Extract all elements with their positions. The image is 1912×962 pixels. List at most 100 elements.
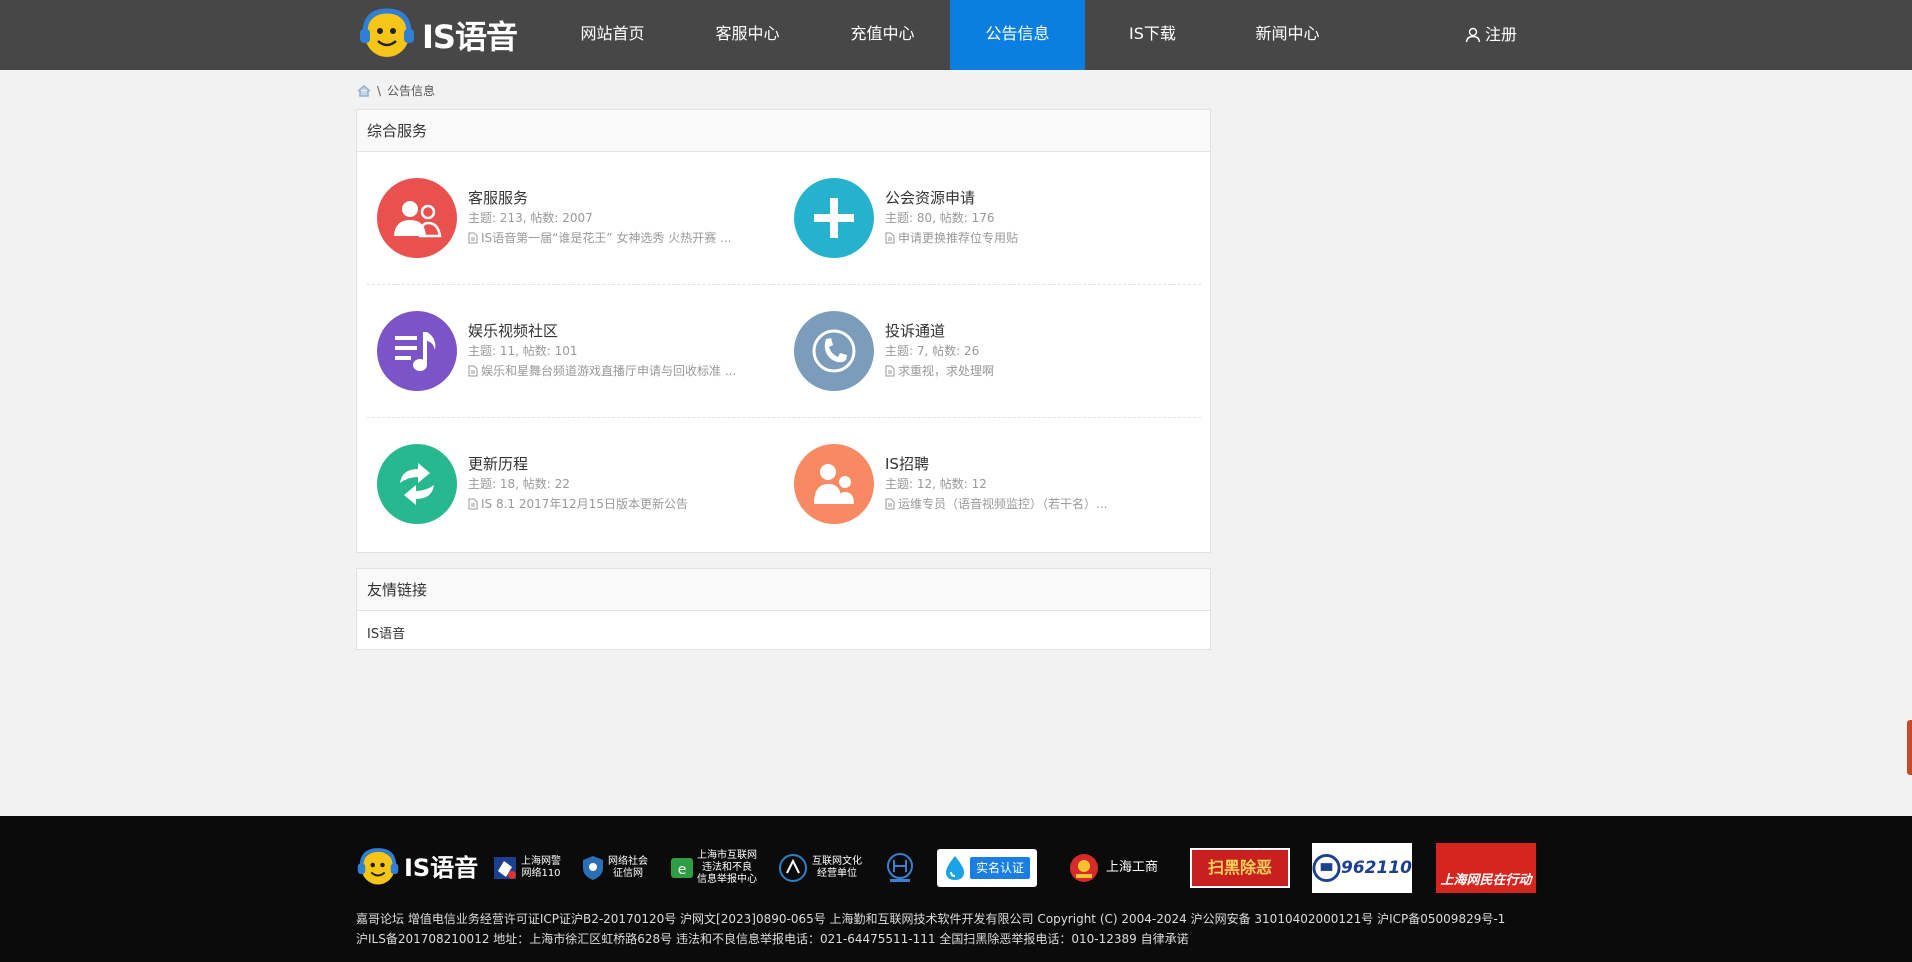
latest-post-title: IS语音第一届“谁是花王” 女神选秀 火热开赛 ... [481,231,732,245]
document-icon [885,232,895,244]
forum-title[interactable]: 娱乐视频社区 [468,321,768,341]
forum-row: 更新历程 主题: 18, 帖数: 22 IS 8.1 2017年12月15日版本… [367,418,1201,551]
latest-post-title: 运维专员（语音视频监控）（若干名）... [898,497,1108,511]
nav-recharge-center[interactable]: 充值中心 [815,0,950,70]
footer-badges: IS语音 上海网警 网络110 网络社会 征信网 e 上海市互联网 违法和不良 … [356,842,1536,894]
services-panel-title: 综合服务 [357,110,1210,152]
forum-stats: 主题: 213, 帖数: 2007 [468,211,593,225]
anti-crime-banner[interactable]: 扫黑除恶 [1190,842,1290,894]
breadcrumb-current[interactable]: 公告信息 [387,82,435,99]
friend-link[interactable]: IS语音 [367,627,405,642]
netizen-action-banner[interactable]: 上海网民在行动 [1436,842,1536,894]
network-badge[interactable] [884,842,916,894]
police-badge[interactable]: 上海网警 网络110 [492,842,561,894]
forum-title[interactable]: 更新历程 [468,454,768,474]
forum-item[interactable]: 公会资源申请 主题: 80, 帖数: 176 申请更换推荐位专用贴 [794,178,1194,260]
realname-label: 实名认证 [969,857,1030,879]
culture-badge-line1: 互联网文化 [812,856,862,867]
forum-grid: 客服服务 主题: 213, 帖数: 2007 IS语音第一届“谁是花王” 女神选… [367,152,1201,551]
top-navigation-bar: IS语音 网站首页 客服中心 充值中心 公告信息 IS下载 新闻中心 注册 [0,0,1912,70]
national-emblem-icon [1070,854,1098,882]
latest-post-title: 申请更换推荐位专用贴 [898,231,1019,245]
nav-download[interactable]: IS下载 [1085,0,1220,70]
plus-icon[interactable] [794,178,874,258]
culture-badge[interactable]: 互联网文化 经营单位 [778,842,862,894]
credit-badge[interactable]: 网络社会 征信网 [582,842,648,894]
police-962110-banner[interactable]: 962110 [1312,842,1412,894]
nav-news-center[interactable]: 新闻中心 [1220,0,1355,70]
nav-announcements[interactable]: 公告信息 [950,0,1085,70]
latest-post[interactable]: 申请更换推荐位专用贴 [885,228,1185,248]
forum-item[interactable]: 客服服务 主题: 213, 帖数: 2007 IS语音第一届“谁是花王” 女神选… [377,178,777,260]
latest-post-title: 娱乐和星舞台频道游戏直播厅申请与回收标准 ... [481,364,737,378]
forum-stats: 主题: 12, 帖数: 12 [885,477,987,491]
latest-post[interactable]: IS语音第一届“谁是花王” 女神选秀 火热开赛 ... [468,228,768,248]
latest-post-title: 求重视，求处理啊 [898,364,995,378]
shield-icon [583,856,603,880]
main-nav: 网站首页 客服中心 充值中心 公告信息 IS下载 新闻中心 [545,0,1355,70]
footer: IS语音 上海网警 网络110 网络社会 征信网 e 上海市互联网 违法和不良 … [0,816,1912,962]
forum-item[interactable]: 娱乐视频社区 主题: 11, 帖数: 101 娱乐和星舞台频道游戏直播厅申请与回… [377,311,777,393]
forum-row: 娱乐视频社区 主题: 11, 帖数: 101 娱乐和星舞台频道游戏直播厅申请与回… [367,285,1201,418]
culture-icon [779,854,807,882]
footer-legal-line-2: 沪ILS备201708210012 地址：上海市徐汇区虹桥路628号 违法和不良… [356,932,1189,946]
latest-post[interactable]: 求重视，求处理啊 [885,361,1185,381]
document-icon [885,498,895,510]
police-962110-text: 962110 [1341,858,1412,878]
refresh-icon[interactable] [377,444,457,524]
forum-title[interactable]: 投诉通道 [885,321,1185,341]
home-icon[interactable] [357,84,371,97]
forum-item[interactable]: IS招聘 主题: 12, 帖数: 12 运维专员（语音视频监控）（若干名）... [794,444,1194,526]
document-icon [468,232,478,244]
music-icon[interactable] [377,311,457,391]
register-label: 注册 [1485,25,1518,44]
police-badge-line1: 上海网警 [521,856,561,867]
users-icon[interactable] [377,178,457,258]
forum-title[interactable]: 公会资源申请 [885,188,1185,208]
logo-text: IS语音 [422,18,518,56]
user-icon [1465,27,1481,43]
realname-badge[interactable]: 实名认证 [937,842,1037,894]
document-icon [468,498,478,510]
footer-logo-text: IS语音 [404,854,479,882]
mascot-logo-icon [357,848,399,885]
police-icon [494,857,516,879]
police-badge-line2: 网络110 [521,868,561,879]
forum-title[interactable]: IS招聘 [885,454,1185,474]
side-scroll-marker[interactable] [1907,720,1912,775]
forum-title[interactable]: 客服服务 [468,188,768,208]
document-icon [468,365,478,377]
nav-home[interactable]: 网站首页 [545,0,680,70]
forum-item[interactable]: 投诉通道 主题: 7, 帖数: 26 求重视，求处理啊 [794,311,1194,393]
mascot-logo-icon [360,8,414,57]
report-badge-line1: 上海市互联网 [697,850,757,861]
site-logo[interactable]: IS语音 [358,6,518,64]
phone-icon[interactable] [794,311,874,391]
culture-badge-line2: 经营单位 [817,868,857,879]
forum-row: 客服服务 主题: 213, 帖数: 2007 IS语音第一届“谁是花王” 女神选… [367,152,1201,285]
netizen-action-text: 上海网民在行动 [1440,873,1532,888]
report-icon: e [671,858,693,878]
footer-logo[interactable]: IS语音 [356,842,478,894]
forum-stats: 主题: 7, 帖数: 26 [885,344,980,358]
anti-crime-banner-text: 扫黑除恶 [1207,858,1272,877]
latest-post[interactable]: IS 8.1 2017年12月15日版本更新公告 [468,494,768,514]
register-link[interactable]: 注册 [1465,0,1517,70]
nav-service-center[interactable]: 客服中心 [680,0,815,70]
people-icon[interactable] [794,444,874,524]
services-panel: 综合服务 客服服务 主题: 213, 帖数: 2007 IS语音第一届“谁是花王… [356,109,1211,553]
latest-post-title: IS 8.1 2017年12月15日版本更新公告 [481,497,688,511]
gongshang-badge[interactable]: 上海工商 [1068,842,1158,894]
gongshang-label: 上海工商 [1106,860,1159,875]
latest-post[interactable]: 娱乐和星舞台频道游戏直播厅申请与回收标准 ... [468,361,768,381]
forum-item[interactable]: 更新历程 主题: 18, 帖数: 22 IS 8.1 2017年12月15日版本… [377,444,777,526]
breadcrumb-separator: \ [377,83,382,98]
credit-badge-line1: 网络社会 [608,856,648,867]
forum-stats: 主题: 18, 帖数: 22 [468,477,570,491]
water-drop-icon [945,856,964,880]
latest-post[interactable]: 运维专员（语音视频监控）（若干名）... [885,494,1185,514]
report-center-badge[interactable]: e 上海市互联网 违法和不良 信息举报中心 [670,842,757,894]
friend-links-title: 友情链接 [357,569,1210,611]
document-icon [885,365,895,377]
emblem-icon [887,853,913,882]
